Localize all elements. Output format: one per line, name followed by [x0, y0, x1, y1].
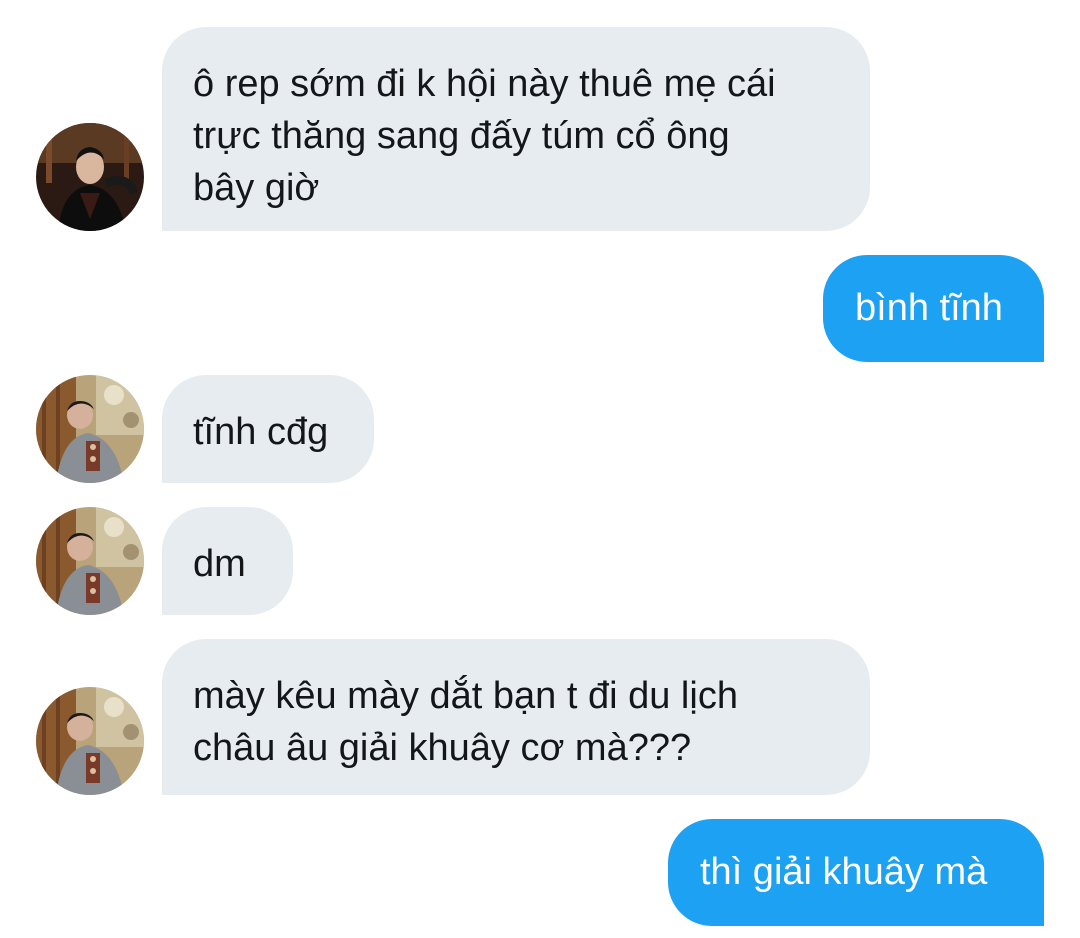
message-bubble-incoming[interactable]: tĩnh cđg [162, 375, 374, 483]
message-bubble-outgoing[interactable]: thì giải khuây mà [668, 819, 1044, 926]
avatar-dark-jacket-icon[interactable] [36, 123, 144, 231]
message-bubble-incoming[interactable]: mày kêu mày dắt bạn t đi du lịch châu âu… [162, 639, 870, 795]
message-bubble-incoming[interactable]: dm [162, 507, 293, 615]
avatar-outdoor-selfie-icon[interactable] [36, 507, 144, 615]
avatar-outdoor-selfie-icon[interactable] [36, 687, 144, 795]
avatar-outdoor-selfie-icon[interactable] [36, 375, 144, 483]
message-bubble-incoming[interactable]: ô rep sớm đi k hội này thuê mẹ cái trực … [162, 27, 870, 231]
message-bubble-outgoing[interactable]: bình tĩnh [823, 255, 1044, 362]
